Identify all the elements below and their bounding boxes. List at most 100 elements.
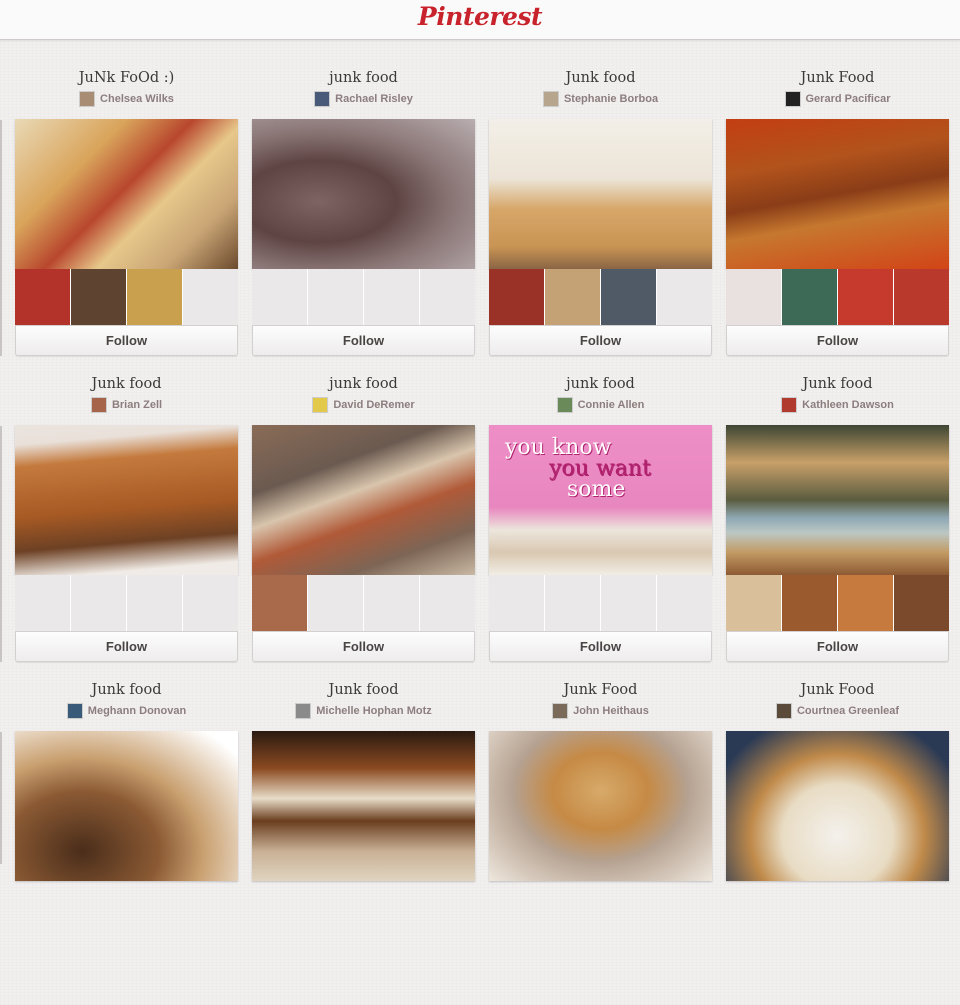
- avatar[interactable]: [295, 703, 312, 719]
- board-cover-image[interactable]: you know you want some: [489, 425, 712, 575]
- follow-button[interactable]: Follow: [726, 325, 949, 356]
- owner-name[interactable]: Connie Allen: [578, 399, 645, 411]
- owner-name[interactable]: Gerard Pacificar: [806, 93, 891, 105]
- board-card[interactable]: Junk food Michelle Hophan Motz: [252, 680, 475, 1005]
- board-owner[interactable]: Meghann Donovan: [15, 702, 238, 720]
- pin-thumbnail[interactable]: [15, 269, 70, 325]
- board-thumbnails: [252, 575, 475, 631]
- pin-thumbnail[interactable]: [489, 269, 544, 325]
- board-title[interactable]: Junk food: [726, 374, 949, 394]
- pin-thumbnail[interactable]: [127, 269, 182, 325]
- pin-thumbnail[interactable]: [838, 269, 893, 325]
- pin-thumbnail[interactable]: [782, 575, 837, 631]
- board-card[interactable]: Junk food Brian Zell Follow: [15, 374, 238, 699]
- avatar[interactable]: [552, 703, 569, 719]
- follow-button[interactable]: Follow: [252, 631, 475, 662]
- board-title[interactable]: junk food: [489, 374, 712, 394]
- board-title[interactable]: Junk food: [15, 680, 238, 700]
- pin-thumbnail[interactable]: [838, 575, 893, 631]
- avatar[interactable]: [314, 91, 331, 107]
- board-owner[interactable]: David DeRemer: [252, 396, 475, 414]
- avatar[interactable]: [312, 397, 329, 413]
- follow-button[interactable]: Follow: [489, 631, 712, 662]
- board-title[interactable]: junk food: [252, 68, 475, 88]
- board-title[interactable]: Junk Food: [726, 68, 949, 88]
- avatar[interactable]: [784, 91, 801, 107]
- pin-thumbnail[interactable]: [545, 269, 600, 325]
- board-owner[interactable]: Kathleen Dawson: [726, 396, 949, 414]
- board-cover-image[interactable]: [15, 119, 238, 269]
- board-card[interactable]: junk food David DeRemer Follow: [252, 374, 475, 699]
- board-card[interactable]: Junk Food John Heithaus: [489, 680, 712, 1005]
- board-card[interactable]: Junk Food Gerard Pacificar Follow: [726, 68, 949, 393]
- board-title[interactable]: Junk Food: [489, 680, 712, 700]
- board-cover-image[interactable]: [15, 425, 238, 575]
- avatar[interactable]: [556, 397, 573, 413]
- owner-name[interactable]: Rachael Risley: [335, 93, 413, 105]
- board-cover-image[interactable]: [252, 425, 475, 575]
- avatar[interactable]: [775, 703, 792, 719]
- empty-thumbnail: [545, 575, 600, 631]
- board-owner[interactable]: John Heithaus: [489, 702, 712, 720]
- board-title[interactable]: Junk food: [252, 680, 475, 700]
- owner-name[interactable]: Brian Zell: [112, 399, 162, 411]
- board-card[interactable]: junk food Rachael Risley Follow: [252, 68, 475, 393]
- board-title[interactable]: junk food: [252, 374, 475, 394]
- owner-name[interactable]: Courtnea Greenleaf: [797, 705, 899, 717]
- board-cover-image[interactable]: [252, 731, 475, 881]
- board-owner[interactable]: Brian Zell: [15, 396, 238, 414]
- board-cover-image[interactable]: [15, 731, 238, 881]
- board-card[interactable]: JuNk FoOd :) Chelsea Wilks Follow: [15, 68, 238, 393]
- empty-thumbnail: [308, 575, 363, 631]
- owner-name[interactable]: John Heithaus: [573, 705, 649, 717]
- owner-name[interactable]: Chelsea Wilks: [100, 93, 174, 105]
- board-owner[interactable]: Gerard Pacificar: [726, 90, 949, 108]
- avatar[interactable]: [90, 397, 107, 413]
- board-owner[interactable]: Courtnea Greenleaf: [726, 702, 949, 720]
- board-cover-image[interactable]: [489, 731, 712, 881]
- owner-name[interactable]: Stephanie Borboa: [564, 93, 658, 105]
- board-title[interactable]: Junk food: [489, 68, 712, 88]
- follow-button[interactable]: Follow: [489, 325, 712, 356]
- avatar[interactable]: [781, 397, 798, 413]
- board-card[interactable]: Junk food Kathleen Dawson Follow: [726, 374, 949, 699]
- pin-thumbnail[interactable]: [894, 575, 949, 631]
- board-owner[interactable]: Connie Allen: [489, 396, 712, 414]
- follow-button[interactable]: Follow: [15, 631, 238, 662]
- board-card[interactable]: Junk food Meghann Donovan: [15, 680, 238, 1005]
- board-cover-image[interactable]: [726, 119, 949, 269]
- board-owner[interactable]: Rachael Risley: [252, 90, 475, 108]
- pin-thumbnail[interactable]: [252, 575, 307, 631]
- owner-name[interactable]: Michelle Hophan Motz: [316, 705, 432, 717]
- board-owner[interactable]: Chelsea Wilks: [15, 90, 238, 108]
- board-title[interactable]: Junk Food: [726, 680, 949, 700]
- pin-thumbnail[interactable]: [782, 269, 837, 325]
- pin-thumbnail[interactable]: [726, 575, 781, 631]
- owner-name[interactable]: David DeRemer: [333, 399, 414, 411]
- board-card[interactable]: Junk food Stephanie Borboa Follow: [489, 68, 712, 393]
- board-card[interactable]: junk food Connie Allen you know you want som…: [489, 374, 712, 699]
- board-cover-image[interactable]: [726, 425, 949, 575]
- board-cover-image[interactable]: [252, 119, 475, 269]
- follow-button[interactable]: Follow: [15, 325, 238, 356]
- board-title[interactable]: Junk food: [15, 374, 238, 394]
- pin-thumbnail[interactable]: [71, 269, 126, 325]
- board-owner[interactable]: Stephanie Borboa: [489, 90, 712, 108]
- pin-thumbnail[interactable]: [726, 269, 781, 325]
- board-thumbnails: [726, 269, 949, 325]
- board-cover-image[interactable]: [489, 119, 712, 269]
- owner-name[interactable]: Kathleen Dawson: [802, 399, 894, 411]
- avatar[interactable]: [542, 91, 559, 107]
- board-owner[interactable]: Michelle Hophan Motz: [252, 702, 475, 720]
- pin-thumbnail[interactable]: [894, 269, 949, 325]
- avatar[interactable]: [66, 703, 83, 719]
- owner-name[interactable]: Meghann Donovan: [88, 705, 186, 717]
- board-title[interactable]: JuNk FoOd :): [15, 68, 238, 88]
- avatar[interactable]: [79, 91, 96, 107]
- follow-button[interactable]: Follow: [726, 631, 949, 662]
- pin-thumbnail[interactable]: [601, 269, 656, 325]
- pinterest-logo[interactable]: Pinterest: [0, 2, 960, 31]
- board-cover-image[interactable]: [726, 731, 949, 881]
- follow-button[interactable]: Follow: [252, 325, 475, 356]
- board-card[interactable]: Junk Food Courtnea Greenleaf: [726, 680, 949, 1005]
